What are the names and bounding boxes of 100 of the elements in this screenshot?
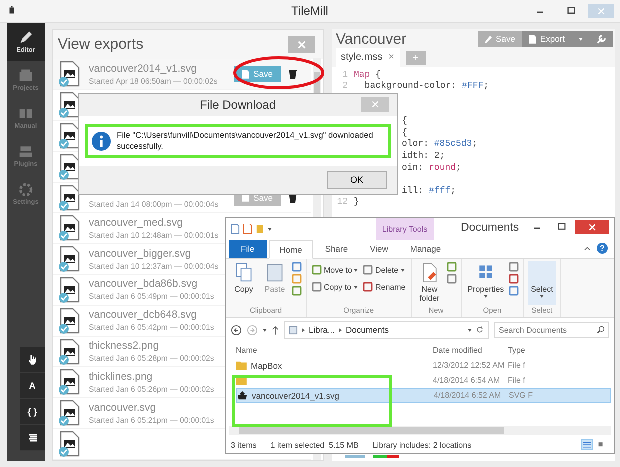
color-strip-drawing <box>345 455 401 459</box>
caret-icon[interactable] <box>468 328 472 332</box>
maximize-icon <box>566 7 576 15</box>
file-date: 12/3/2012 12:52 AM <box>433 361 506 370</box>
ribbon-button[interactable]: Copy to <box>311 281 360 293</box>
ribbon-icon[interactable] <box>363 282 374 292</box>
ribbon-tab[interactable]: Manage <box>400 240 452 258</box>
file-name: vancouver2014_v1.svg <box>252 390 340 400</box>
ribbon-icon[interactable] <box>509 274 520 284</box>
chevron-icon <box>339 328 342 332</box>
ribbon-button[interactable]: Rename <box>362 281 407 293</box>
trash-icon[interactable] <box>289 192 297 203</box>
close-icon <box>598 8 604 14</box>
code-line: background-color: #FFF; <box>364 81 490 92</box>
line-number: 1 <box>342 70 349 80</box>
dialog-title: File Download <box>200 98 276 112</box>
ribbon-icon[interactable] <box>509 262 520 272</box>
library-icon <box>289 326 298 334</box>
address-bar[interactable]: Libra... Documents <box>284 321 489 339</box>
file-row[interactable]: vancouver2014_v1.svg 4/18/2014 6:52 AM SVG F <box>236 388 611 403</box>
chevron-icon <box>302 328 305 332</box>
close-icon <box>588 224 596 230</box>
hand-tool[interactable] <box>20 347 45 373</box>
image-file-icon <box>59 184 81 211</box>
ribbon-tab[interactable]: View <box>360 240 398 258</box>
editor-tab[interactable]: style.mss × <box>336 48 400 67</box>
trash-icon[interactable] <box>289 69 297 80</box>
properties-icon[interactable] <box>231 224 240 234</box>
chevron-icon[interactable] <box>584 246 591 251</box>
close-button[interactable] <box>288 36 315 54</box>
ribbon-tab[interactable]: File <box>229 240 267 258</box>
document-icon <box>529 34 536 44</box>
tool-button[interactable]: { } <box>20 399 45 425</box>
help-button[interactable]: ? <box>597 243 608 254</box>
up-arrow-icon <box>272 326 279 334</box>
breadcrumb[interactable]: Libra... <box>309 325 335 335</box>
code-line: Map { <box>354 70 382 80</box>
export-name: vancouver_med.svg <box>89 216 183 229</box>
pencil-icon <box>18 30 34 45</box>
hand-icon <box>28 354 37 365</box>
export-name: vancouver2014_v1.svg <box>89 62 197 75</box>
image-file-icon <box>59 246 81 272</box>
folder-icon <box>236 361 247 370</box>
breadcrumb[interactable]: Documents <box>346 325 389 335</box>
panel-title: View exports <box>58 36 144 54</box>
file-name: MapBox <box>251 360 282 370</box>
caret-icon[interactable] <box>263 328 267 332</box>
file-date: 4/18/2014 6:52 AM <box>434 391 502 400</box>
export-name: vancouver_dcb648.svg <box>89 309 197 322</box>
select-icon <box>480 266 492 278</box>
dialog-message: File "C:\Users\funvill\Documents\vancouver2014_v1.svg" downloaded successfully. <box>117 130 374 152</box>
search-field[interactable]: Search Documents <box>494 322 609 338</box>
maximize-icon <box>558 223 566 231</box>
image-file-icon <box>59 369 81 396</box>
status-text: 3 items <box>231 440 257 450</box>
close-button[interactable] <box>575 220 609 234</box>
ribbon-button[interactable]: Move to <box>311 264 360 276</box>
ribbon-icon[interactable] <box>509 286 520 296</box>
details-view-button[interactable] <box>581 439 593 450</box>
up-button[interactable] <box>272 326 279 334</box>
export-name: vancouver_bda86b.svg <box>89 278 198 290</box>
plugin-icon <box>18 144 34 159</box>
window-title: TileMill <box>292 4 328 18</box>
column-header[interactable]: Name <box>236 346 433 354</box>
code-line: { <box>402 116 408 126</box>
export-name: thickness2.png <box>89 340 160 352</box>
code-line: } <box>354 197 360 208</box>
layers-tool[interactable] <box>20 425 45 451</box>
column-header[interactable]: Date modified <box>433 346 508 354</box>
ribbon-icon[interactable] <box>363 265 374 275</box>
ribbon-button[interactable]: New folder <box>416 261 444 304</box>
project-title: Vancouver <box>336 30 407 48</box>
refresh-icon[interactable] <box>476 326 484 334</box>
file-row[interactable]: MapBox 12/3/2012 12:52 AM File f <box>236 358 611 373</box>
ribbon-tab[interactable]: Share <box>315 240 358 258</box>
ribbon-icon[interactable] <box>446 274 457 284</box>
copy-icon <box>236 263 252 282</box>
ribbon-button[interactable]: Delete <box>362 264 407 276</box>
file-type: File f <box>508 361 526 370</box>
ribbon-button[interactable]: Select <box>528 261 556 305</box>
document-icon[interactable] <box>243 224 253 234</box>
ribbon-tab[interactable]: Home <box>268 240 314 259</box>
ribbon-button[interactable]: Properties <box>466 261 506 299</box>
column-header[interactable]: Type <box>508 346 614 354</box>
line-number: 2 <box>342 81 349 92</box>
status-text: 1 item selected 5.15 MB <box>270 440 359 450</box>
code-line: ill: #fff; <box>402 186 456 196</box>
image-file-icon <box>59 276 81 303</box>
tool-button[interactable]: A <box>20 373 45 399</box>
line-number: 12 <box>336 197 349 208</box>
search-icon <box>597 326 605 334</box>
image-file-icon <box>59 400 81 426</box>
scrollbar[interactable] <box>229 426 611 435</box>
ribbon-icon[interactable] <box>446 262 457 272</box>
forward-button[interactable] <box>247 324 258 336</box>
ok-button[interactable]: OK <box>327 171 387 189</box>
back-icon <box>231 324 242 336</box>
caret-icon[interactable] <box>268 228 272 230</box>
back-button[interactable] <box>231 324 242 336</box>
ribbon-button[interactable]: Copy <box>230 261 258 295</box>
